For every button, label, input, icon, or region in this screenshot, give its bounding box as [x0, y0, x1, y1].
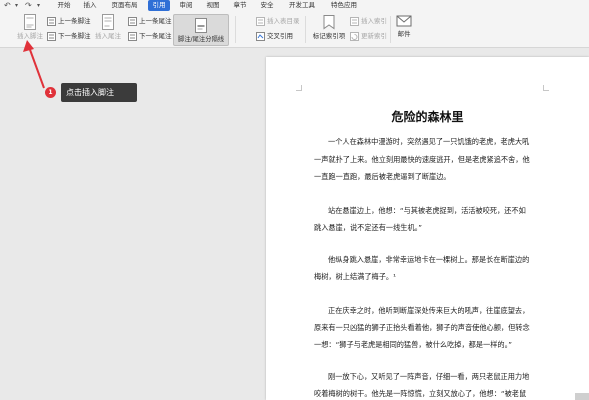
crop-mark [296, 85, 302, 91]
mail-label: 邮件 [397, 30, 411, 38]
prev-endnote-label: 上一条尾注 [139, 17, 172, 25]
prev-footnote-button[interactable]: 上一条脚注 [47, 16, 91, 27]
undo-icon[interactable]: ↶ [4, 0, 11, 11]
menu-bar: ↶ ▾ ↷ ▾ 开始 插入 页面布局 引用 审阅 视图 章节 安全 开发工具 特… [0, 0, 589, 11]
mark-index-item-label: 标记索引项 [312, 32, 346, 40]
footnote-separator-button[interactable]: 脚注/尾注分隔线 [173, 14, 229, 46]
prev-footnote-label: 上一条脚注 [58, 17, 91, 25]
tab-insert[interactable]: 插入 [81, 0, 99, 11]
tab-developer[interactable]: 开发工具 [286, 0, 318, 11]
tab-special-apps[interactable]: 特色应用 [328, 0, 360, 11]
body-line: 他纵身跳入悬崖，非常幸运地卡在一棵树上。那是长在断崖边的 [328, 255, 530, 264]
tab-view[interactable]: 视图 [204, 0, 222, 11]
insert-index-button[interactable]: 插入索引 [350, 16, 387, 27]
mark-index-icon [323, 15, 335, 30]
update-index-icon [350, 31, 359, 41]
crop-mark [543, 85, 549, 91]
tab-review[interactable]: 审阅 [177, 0, 195, 11]
cross-reference-button[interactable]: 交叉引用 [256, 31, 293, 42]
catalog-icon [256, 16, 265, 26]
next-endnote-button[interactable]: 下一条尾注 [128, 31, 172, 42]
insert-caption-catalog-label: 插入表目录 [267, 17, 300, 25]
next-endnote-label: 下一条尾注 [139, 32, 172, 40]
cross-reference-label: 交叉引用 [267, 32, 293, 40]
body-line: 正在庆幸之时，他听到断崖深处传来巨大的吼声，往崖底望去， [328, 306, 530, 315]
cross-reference-icon [256, 31, 265, 41]
body-line: 原来有一只凶猛的狮子正抬头看着他，狮子的声音使他心颤，但转念 [314, 323, 530, 332]
insert-endnote-label: 插入尾注 [95, 32, 121, 40]
body-line: 咬着梅树的树干。他先是一阵惊慌，立刻又放心了，他想：“被老鼠 [314, 389, 527, 398]
insert-index-icon [350, 16, 359, 26]
insert-index-label: 插入索引 [361, 17, 387, 25]
body-line: 梅树，树上结满了梅子。¹ [314, 272, 396, 281]
ribbon-divider [305, 16, 306, 43]
document-title: 危险的森林里 [391, 110, 464, 124]
insert-caption-catalog-button[interactable]: 插入表目录 [256, 16, 300, 27]
prev-footnote-icon [47, 16, 56, 26]
prev-endnote-button[interactable]: 上一条尾注 [128, 16, 172, 27]
body-line: 一直跑一直跑，最后被老虎逼到了断崖边。 [314, 172, 451, 181]
chevron-down-icon[interactable]: ▾ [37, 0, 40, 11]
chevron-down-icon[interactable]: ▾ [15, 0, 18, 11]
ribbon-divider [390, 16, 391, 43]
redo-icon[interactable]: ↷ [25, 0, 32, 11]
update-index-button[interactable]: 更新索引 [350, 31, 387, 42]
ribbon-divider [235, 16, 236, 43]
mail-button[interactable]: 邮件 [393, 14, 415, 46]
prev-endnote-icon [128, 16, 137, 26]
body-line: 一想：“狮子与老虎是相同的猛兽，被什么吃掉，都是一样的。” [314, 340, 512, 349]
body-line: 一声就扑了上来。他立刻用最快的速度逃开，但是老虎紧追不舍，他 [314, 155, 530, 164]
instruction-tooltip: 点击插入脚注 [61, 83, 137, 102]
update-index-label: 更新索引 [361, 32, 387, 40]
mail-icon [396, 15, 412, 27]
tab-home[interactable]: 开始 [55, 0, 73, 11]
separator-line-icon [195, 18, 207, 33]
scrollbar-corner[interactable] [575, 393, 589, 400]
tab-references[interactable]: 引用 [148, 0, 170, 11]
tab-page-layout[interactable]: 页面布局 [108, 0, 141, 11]
next-endnote-icon [128, 31, 137, 41]
mark-index-item-button[interactable]: 标记索引项 [309, 14, 349, 46]
body-line: 跳入悬崖，说不定还有一线生机。” [314, 223, 422, 232]
body-line: 一个人在森林中漫游时，突然遇见了一只饥饿的老虎，老虎大吼 [328, 137, 530, 146]
body-line: 刚一放下心，又听见了一阵声音，仔细一看，两只老鼠正用力地 [328, 372, 530, 381]
endnote-icon [102, 14, 114, 30]
tab-security[interactable]: 安全 [258, 0, 276, 11]
footnote-separator-label: 脚注/尾注分隔线 [177, 36, 225, 43]
document-page[interactable]: 危险的森林里 一个人在森林中漫游时，突然遇见了一只饥饿的老虎，老虎大吼 一声就扑… [266, 57, 589, 400]
footnote-icon [24, 14, 36, 30]
insert-endnote-button[interactable]: 插入尾注 [92, 14, 124, 46]
tab-chapter[interactable]: 章节 [231, 0, 249, 11]
body-line: 站在悬崖边上，他想：“与其被老虎捉到，活活被咬死，还不如 [328, 206, 526, 215]
step-badge: 1 [45, 87, 56, 98]
next-footnote-label: 下一条脚注 [58, 32, 91, 40]
